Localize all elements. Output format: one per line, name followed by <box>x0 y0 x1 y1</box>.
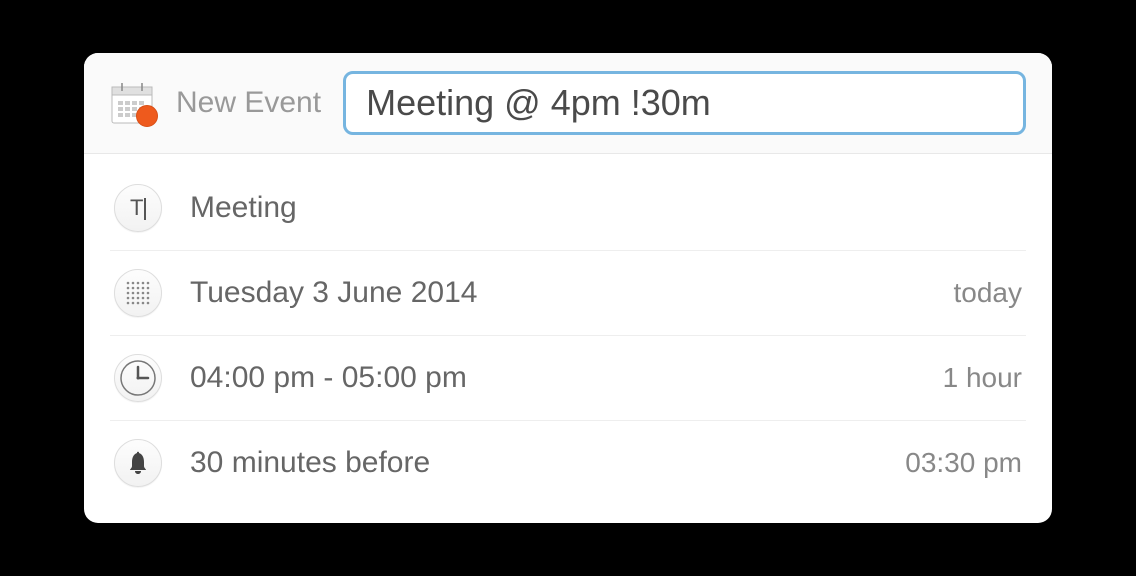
time-row[interactable]: 04:00 pm - 05:00 pm 1 hour <box>110 336 1026 421</box>
window-header: New Event <box>84 53 1052 154</box>
reminder-time: 03:30 pm <box>905 447 1022 479</box>
event-title: Meeting <box>190 191 1022 225</box>
bell-icon <box>114 439 162 487</box>
event-input[interactable] <box>343 71 1026 135</box>
title-row[interactable]: T Meeting <box>110 166 1026 251</box>
date-dots-icon <box>114 269 162 317</box>
new-event-window: New Event T Meeting <box>84 53 1052 523</box>
text-cursor-icon: T <box>114 184 162 232</box>
event-time-range: 04:00 pm - 05:00 pm <box>190 361 915 395</box>
event-details: T Meeting Tuesday 3 June 2014 today <box>84 154 1052 523</box>
event-date: Tuesday 3 June 2014 <box>190 276 926 310</box>
header-label: New Event <box>176 86 321 120</box>
event-duration: 1 hour <box>943 362 1022 394</box>
reminder-row[interactable]: 30 minutes before 03:30 pm <box>110 421 1026 505</box>
calendar-icon <box>110 81 154 125</box>
calendar-color-dot <box>136 105 158 127</box>
date-row[interactable]: Tuesday 3 June 2014 today <box>110 251 1026 336</box>
reminder-text: 30 minutes before <box>190 446 877 480</box>
clock-icon <box>114 354 162 402</box>
event-date-relative: today <box>954 277 1023 309</box>
